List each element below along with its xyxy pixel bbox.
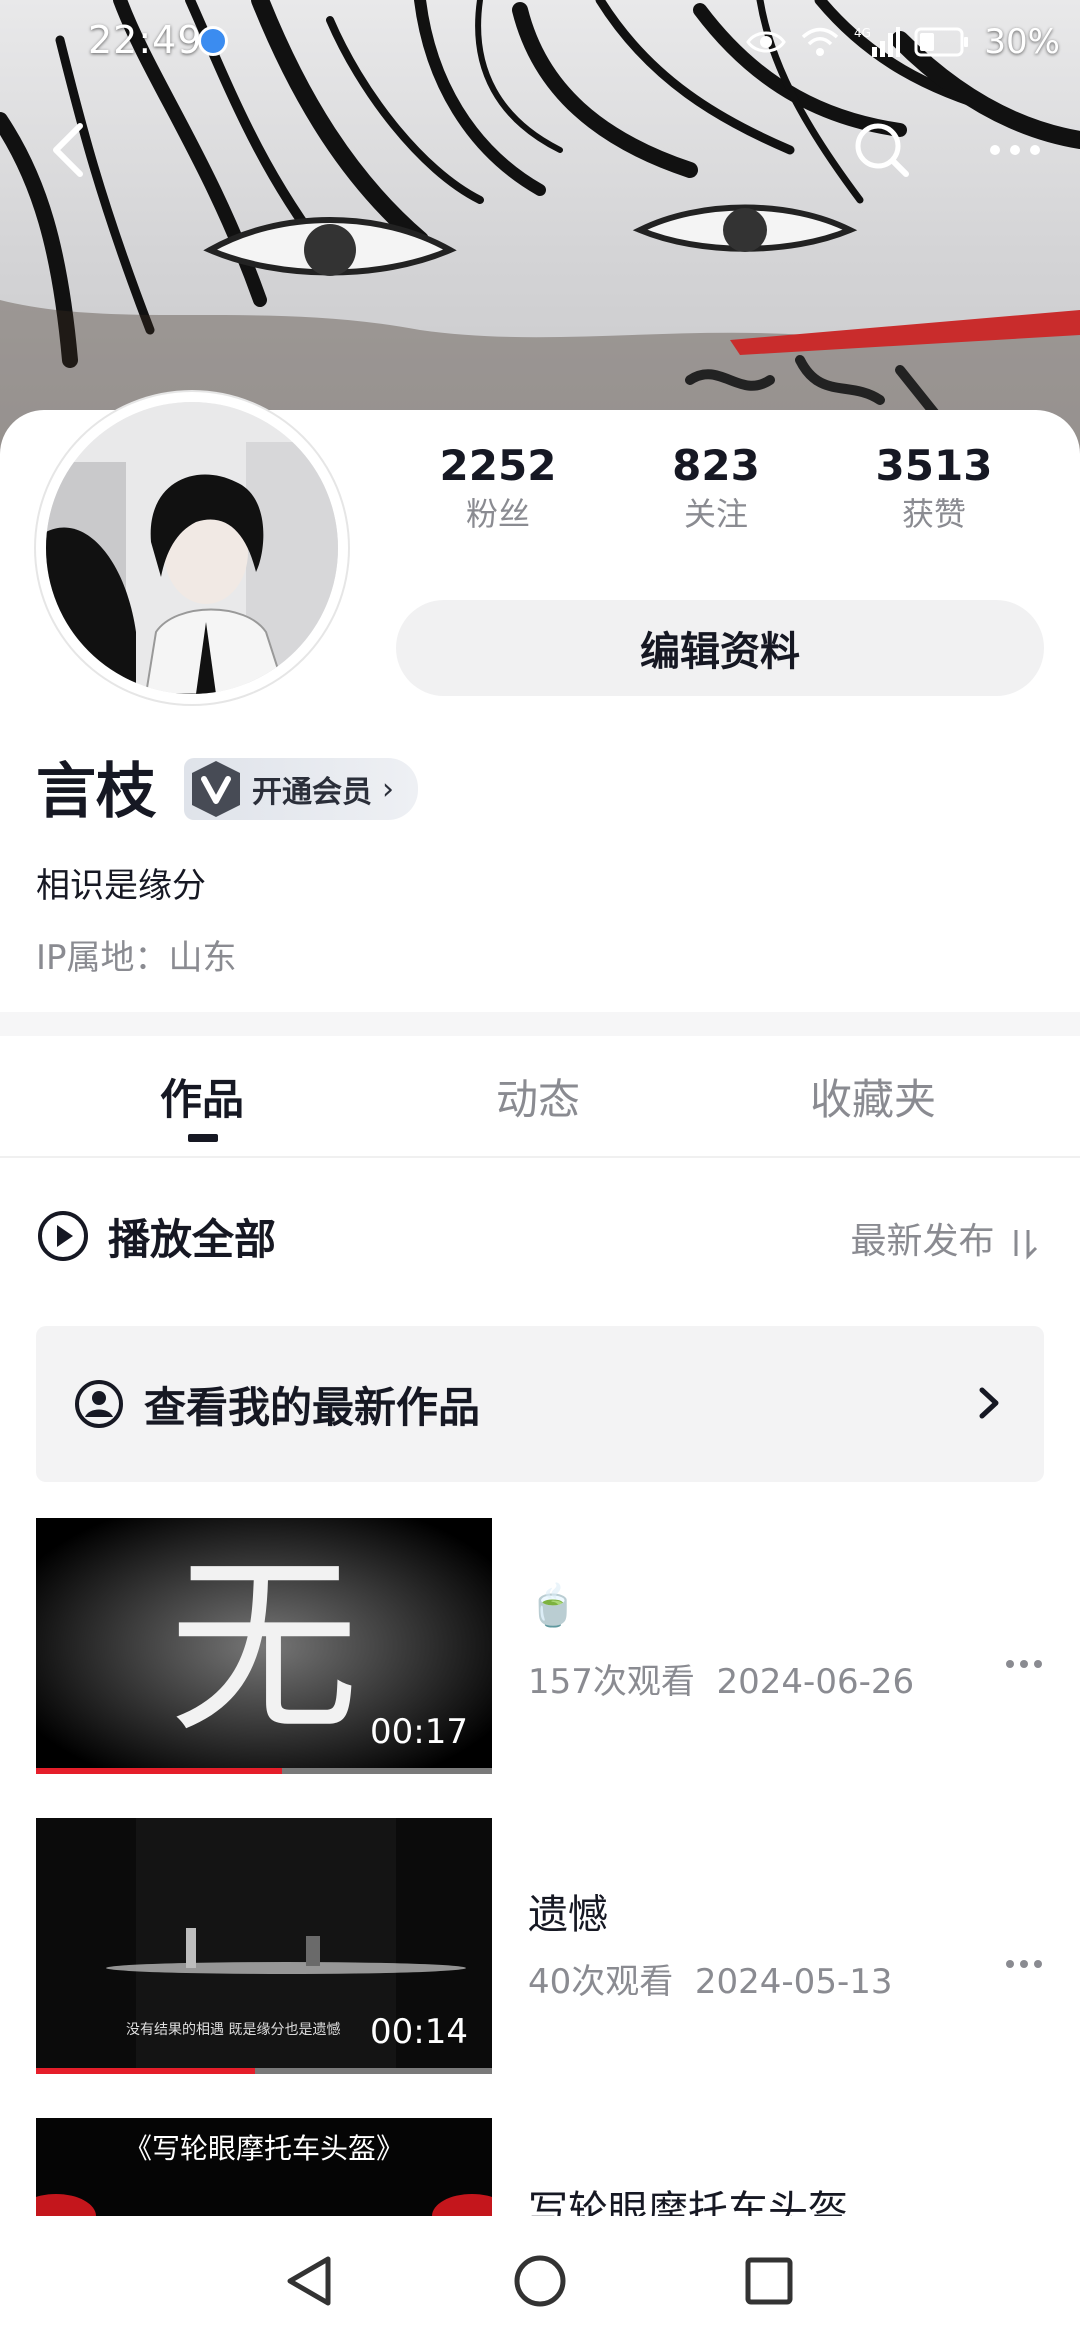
app-notification-icon bbox=[198, 26, 228, 56]
play-all-label: 播放全部 bbox=[108, 1214, 277, 1264]
tab-favorites[interactable]: 收藏夹 bbox=[810, 1066, 936, 1127]
stat-following-value: 823 bbox=[672, 441, 760, 490]
square-recents-icon bbox=[745, 2257, 793, 2305]
nav-recents-button[interactable] bbox=[734, 2246, 804, 2316]
chevron-right-icon bbox=[979, 1387, 999, 1419]
more-icon bbox=[990, 145, 1040, 155]
thumbnail-glyph: 无 bbox=[169, 1537, 359, 1758]
signal-icon: 4G bbox=[854, 26, 901, 57]
tab-activity[interactable]: 动态 bbox=[496, 1066, 580, 1127]
video-item[interactable]: 无 00:17 🍵 157次观看 2024-06-26 bbox=[0, 1518, 1080, 1774]
sort-label: 最新发布 bbox=[850, 1221, 995, 1262]
stat-followers[interactable]: 2252 粉丝 bbox=[398, 440, 598, 536]
video-title: 写轮眼摩托车头盔 bbox=[528, 2188, 848, 2216]
stat-likes[interactable]: 3513 获赞 bbox=[834, 440, 1034, 536]
video-duration: 00:14 bbox=[370, 2012, 468, 2052]
avatar[interactable] bbox=[36, 392, 348, 704]
video-thumbnail[interactable]: 《写轮眼摩托车头盔》 bbox=[36, 2118, 492, 2216]
video-views: 157次观看 bbox=[528, 1662, 695, 1702]
video-date: 2024-06-26 bbox=[716, 1662, 915, 1702]
stat-likes-value: 3513 bbox=[875, 441, 993, 490]
stat-followers-label: 粉丝 bbox=[465, 495, 530, 533]
video-title: 遗憾 bbox=[528, 1892, 608, 1938]
user-circle-icon bbox=[75, 1380, 123, 1428]
back-button[interactable] bbox=[28, 110, 108, 190]
watch-progress-fill bbox=[36, 1768, 283, 1774]
eye-icon bbox=[746, 31, 787, 53]
sort-icon bbox=[1014, 1230, 1038, 1260]
avatar-image bbox=[46, 402, 338, 694]
video-meta: 40次观看 2024-05-13 bbox=[528, 1954, 892, 2003]
profile-name: 言枝 bbox=[36, 757, 156, 827]
chevron-right-icon: › bbox=[382, 771, 394, 807]
status-bar: 22:49 4G 30% bbox=[0, 0, 1080, 84]
battery-percent: 30% bbox=[984, 22, 1060, 62]
vip-label: 开通会员 bbox=[252, 775, 372, 810]
content-tabs: 作品 动态 收藏夹 bbox=[0, 1036, 1080, 1158]
nav-home-button[interactable] bbox=[505, 2246, 575, 2316]
vip-badge-icon bbox=[192, 761, 240, 817]
more-icon[interactable] bbox=[1004, 1958, 1044, 1970]
sort-button[interactable]: 最新发布 bbox=[851, 1212, 1040, 1264]
video-title: 🍵 bbox=[528, 1583, 578, 1629]
video-views: 40次观看 bbox=[528, 1962, 674, 2002]
video-thumbnail[interactable]: 没有结果的相遇 既是缘分也是遗憾 00:14 bbox=[36, 1818, 492, 2074]
triangle-back-icon bbox=[287, 2256, 331, 2306]
video-meta: 157次观看 2024-06-26 bbox=[528, 1654, 914, 1703]
search-button[interactable] bbox=[842, 110, 922, 190]
status-right-cluster: 4G 30% bbox=[746, 14, 1060, 70]
stat-following[interactable]: 823 关注 bbox=[616, 440, 816, 536]
edit-profile-button[interactable]: 编辑资料 bbox=[396, 600, 1044, 696]
battery-icon bbox=[914, 27, 969, 57]
stat-following-label: 关注 bbox=[683, 495, 748, 533]
more-icon[interactable] bbox=[1004, 1658, 1044, 1670]
search-icon bbox=[855, 123, 909, 177]
back-icon bbox=[53, 123, 83, 177]
nav-back-button[interactable] bbox=[274, 2246, 344, 2316]
video-thumbnail[interactable]: 无 00:17 bbox=[36, 1518, 492, 1774]
tab-active-indicator bbox=[188, 1134, 218, 1142]
video-date: 2024-05-13 bbox=[694, 1962, 893, 2002]
video-duration: 00:17 bbox=[370, 1712, 468, 1752]
thumbnail-caption: 《写轮眼摩托车头盔》 bbox=[124, 2132, 404, 2165]
status-time: 22:49 bbox=[88, 18, 203, 62]
system-nav-bar bbox=[0, 2216, 1080, 2340]
video-item[interactable]: 《写轮眼摩托车头盔》 写轮眼摩托车头盔 bbox=[0, 2118, 1080, 2216]
video-item[interactable]: 没有结果的相遇 既是缘分也是遗憾 00:14 遗憾 40次观看 2024-05-… bbox=[0, 1818, 1080, 2074]
network-type-label: 4G bbox=[854, 26, 871, 40]
wifi-icon bbox=[802, 27, 839, 56]
stat-followers-value: 2252 bbox=[439, 441, 557, 490]
profile-bio: 相识是缘分 bbox=[36, 866, 206, 906]
more-button[interactable] bbox=[975, 110, 1055, 190]
ip-location: IP属地：山东 bbox=[36, 938, 237, 978]
latest-works-label: 查看我的最新作品 bbox=[144, 1382, 481, 1432]
latest-works-banner[interactable]: 查看我的最新作品 bbox=[36, 1326, 1044, 1482]
circle-home-icon bbox=[514, 2255, 566, 2307]
vip-membership-button[interactable]: 开通会员 › bbox=[184, 758, 418, 820]
watch-progress-fill bbox=[36, 2068, 255, 2074]
play-all-button[interactable]: 播放全部 bbox=[36, 1206, 276, 1266]
play-circle-icon bbox=[38, 1211, 88, 1261]
section-divider bbox=[0, 1012, 1080, 1036]
thumbnail-caption: 没有结果的相遇 既是缘分也是遗憾 bbox=[126, 2022, 340, 2038]
stat-likes-label: 获赞 bbox=[901, 495, 966, 533]
tab-works[interactable]: 作品 bbox=[160, 1066, 244, 1127]
